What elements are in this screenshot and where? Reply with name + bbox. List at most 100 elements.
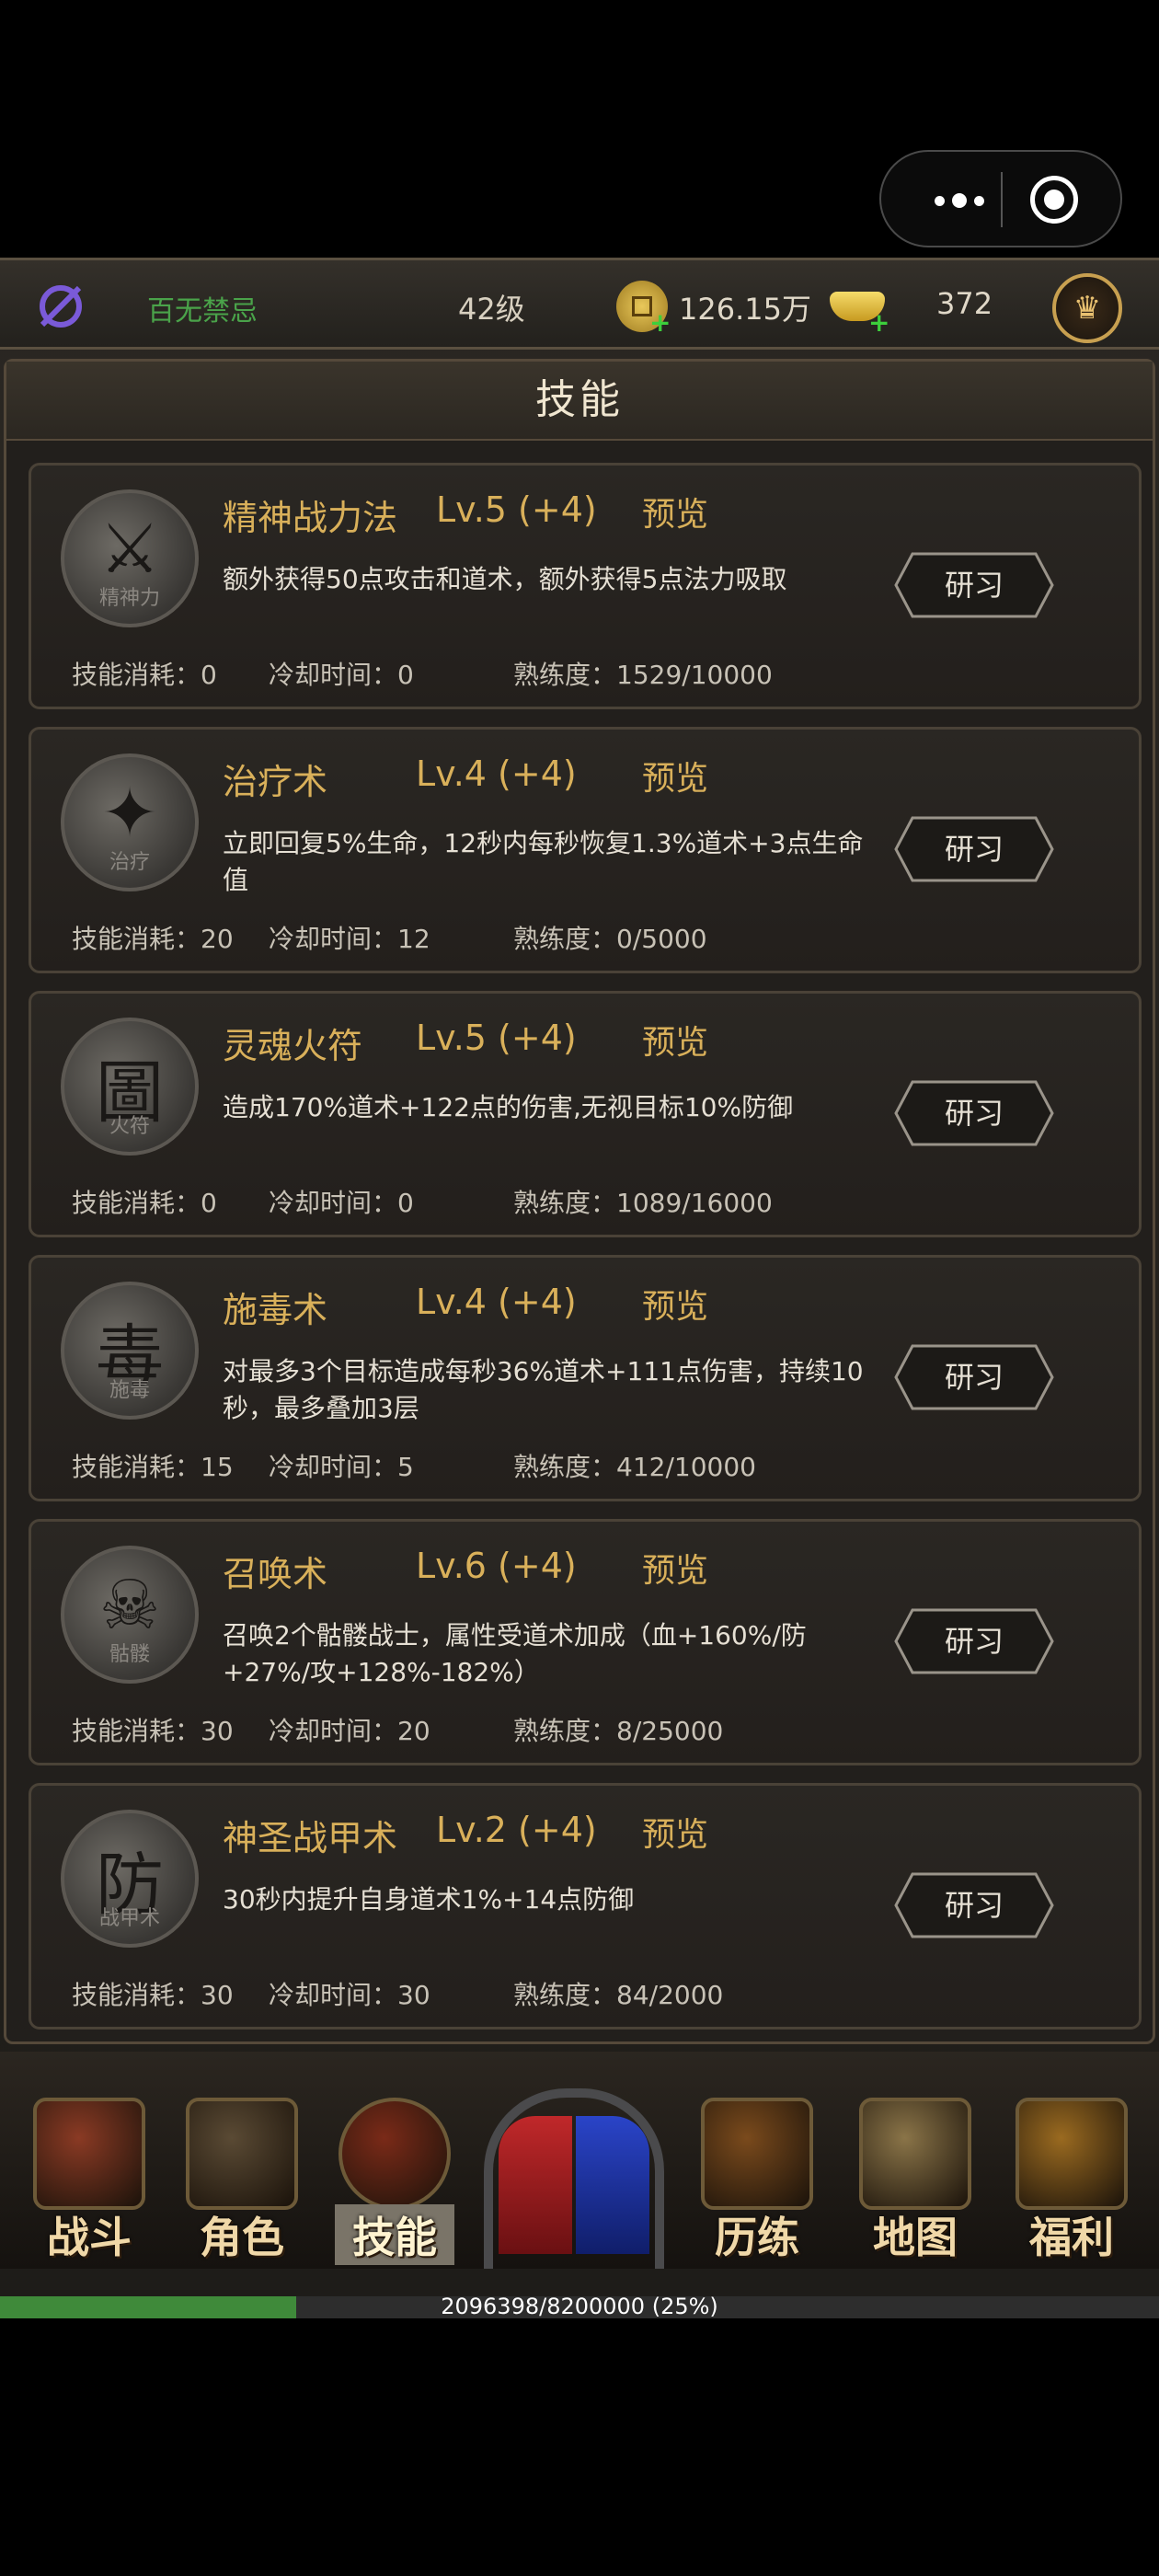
gold-amount: 126.15万: [679, 292, 811, 327]
skill-name: 召唤术: [223, 1554, 328, 1594]
skill-icon: ✦ 治疗: [61, 753, 199, 891]
study-label: 研习: [944, 832, 1004, 867]
skill-cost: 技能消耗：30: [72, 1716, 234, 1746]
skill-icon: ☠ 骷髅: [61, 1546, 199, 1684]
nav-label: 战斗: [47, 2213, 132, 2262]
nav-label: 技能: [335, 2204, 454, 2265]
study-button[interactable]: 研习: [892, 1870, 1056, 1940]
top-status-bar: 百无禁忌 42级 + 126.15万 + 372 ♛: [0, 258, 1159, 350]
skill-icon-label: 火符: [109, 1115, 150, 1138]
experience-text: 2096398/8200000 (25%): [441, 2294, 718, 2319]
study-button[interactable]: 研习: [892, 1078, 1056, 1148]
portal-gate-button[interactable]: [471, 2052, 688, 2269]
game-screen: 百无禁忌 42级 + 126.15万 + 372 ♛ 技能 ⚔ 精神力 精神战力…: [0, 258, 1159, 2319]
player-name: 百无禁忌: [147, 295, 258, 328]
skill-mastery: 熟练度：1529/10000: [513, 660, 773, 690]
skill-cooldown: 冷却时间：30: [269, 1980, 430, 2010]
more-dot-icon: [952, 193, 967, 208]
skill-name: 神圣战甲术: [223, 1818, 398, 1858]
preview-link[interactable]: 预览: [642, 1544, 708, 1592]
nav-training[interactable]: 历练: [697, 2098, 817, 2269]
nav-label: 历练: [715, 2213, 799, 2262]
skill-card: 防 战甲术 神圣战甲术 Lv.2 (+4) 预览 30秒内提升自身道术1%+14…: [29, 1783, 1142, 2030]
skill-name: 治疗术: [223, 762, 328, 802]
skill-name: 施毒术: [223, 1290, 328, 1330]
nav-label: 地图: [873, 2213, 958, 2262]
nav-welfare[interactable]: 福利: [1012, 2098, 1131, 2269]
skill-cooldown: 冷却时间：12: [269, 924, 430, 954]
ingot-amount: 372: [936, 286, 993, 321]
character-icon: [186, 2098, 298, 2210]
skill-icon-label: 精神力: [98, 587, 160, 610]
skill-icon-glyph: ⚔: [98, 510, 161, 589]
skill-description: 对最多3个目标造成每秒36%道术+111点伤害，持续10秒，最多叠加3层: [223, 1356, 864, 1423]
nav-label: 角色: [200, 2213, 284, 2262]
study-button[interactable]: 研习: [892, 1342, 1056, 1412]
close-miniprogram-icon[interactable]: [1030, 176, 1078, 224]
player-level: 42级: [458, 292, 525, 327]
more-options-button[interactable]: [918, 178, 1001, 224]
skill-level: Lv.4 (+4): [416, 1282, 577, 1322]
vip-crown-icon[interactable]: ♛: [1052, 273, 1122, 343]
study-label: 研习: [944, 1888, 1004, 1923]
nav-character[interactable]: 角色: [182, 2098, 302, 2269]
skill-icon-label: 施毒: [109, 1379, 150, 1402]
skill-level: Lv.5 (+4): [436, 489, 597, 530]
preview-link[interactable]: 预览: [642, 488, 708, 535]
nav-battle[interactable]: 战斗: [29, 2098, 149, 2269]
more-dot-icon: [935, 195, 945, 206]
skill-icon: 防 战甲术: [61, 1810, 199, 1948]
skill-name: 精神战力法: [223, 498, 398, 538]
skill-icon-label: 骷髅: [109, 1643, 150, 1666]
skill-mastery: 熟练度：0/5000: [513, 924, 707, 954]
preview-link[interactable]: 预览: [642, 1808, 708, 1856]
skill-icon: ⚔ 精神力: [61, 489, 199, 627]
skill-description: 召唤2个骷髅战士，属性受道术加成（血+160%/防+27%/攻+128%-182…: [223, 1620, 807, 1687]
skill-card: 毒 施毒 施毒术 Lv.4 (+4) 预览 对最多3个目标造成每秒36%道术+1…: [29, 1255, 1142, 1501]
skills-icon: [339, 2098, 451, 2210]
add-gold-icon[interactable]: +: [649, 310, 671, 336]
miniprogram-capsule: [879, 150, 1122, 247]
skill-description: 30秒内提升自身道术1%+14点防御: [223, 1884, 635, 1915]
skill-cooldown: 冷却时间：20: [269, 1716, 430, 1746]
skill-cooldown: 冷却时间：0: [269, 1188, 414, 1218]
add-ingot-icon[interactable]: +: [868, 310, 889, 336]
skill-level: Lv.5 (+4): [416, 1018, 577, 1058]
status-link-icon[interactable]: [35, 281, 86, 332]
study-button[interactable]: 研习: [892, 814, 1056, 884]
skill-card: ☠ 骷髅 召唤术 Lv.6 (+4) 预览 召唤2个骷髅战士，属性受道术加成（血…: [29, 1519, 1142, 1765]
skill-name: 灵魂火符: [223, 1026, 363, 1066]
skill-cost: 技能消耗：0: [72, 660, 217, 690]
capsule-divider: [1001, 172, 1003, 227]
skill-description: 额外获得50点攻击和道术，额外获得5点法力吸取: [223, 564, 787, 594]
study-button[interactable]: 研习: [892, 1606, 1056, 1676]
skill-level: Lv.4 (+4): [416, 753, 577, 794]
map-icon: [859, 2098, 971, 2210]
skill-mastery: 熟练度：8/25000: [513, 1716, 724, 1746]
preview-link[interactable]: 预览: [642, 752, 708, 799]
study-label: 研习: [944, 1624, 1004, 1659]
nav-skills[interactable]: 技能: [335, 2098, 454, 2269]
skill-icon-label: 治疗: [109, 851, 150, 874]
skill-card: ✦ 治疗 治疗术 Lv.4 (+4) 预览 立即回复5%生命，12秒内每秒恢复1…: [29, 727, 1142, 973]
more-dot-icon: [974, 195, 984, 206]
preview-link[interactable]: 预览: [642, 1280, 708, 1328]
training-icon: [701, 2098, 813, 2210]
skill-level: Lv.2 (+4): [436, 1810, 597, 1850]
skill-cooldown: 冷却时间：5: [269, 1452, 414, 1482]
skill-cost: 技能消耗：20: [72, 924, 234, 954]
skill-icon-label: 战甲术: [98, 1907, 160, 1930]
study-label: 研习: [944, 568, 1004, 603]
skill-mastery: 熟练度：1089/16000: [513, 1188, 773, 1218]
skill-cost: 技能消耗：30: [72, 1980, 234, 2010]
skill-icon: 圖 火符: [61, 1018, 199, 1156]
portal-blue-door: [576, 2116, 649, 2254]
skill-mastery: 熟练度：84/2000: [513, 1980, 724, 2010]
skill-mastery: 熟练度：412/10000: [513, 1452, 756, 1482]
skill-cooldown: 冷却时间：0: [269, 660, 414, 690]
preview-link[interactable]: 预览: [642, 1016, 708, 1064]
nav-map[interactable]: 地图: [855, 2098, 975, 2269]
study-button[interactable]: 研习: [892, 550, 1056, 620]
battle-icon: [33, 2098, 145, 2210]
skill-description: 立即回复5%生命，12秒内每秒恢复1.3%道术+3点生命值: [223, 828, 864, 895]
